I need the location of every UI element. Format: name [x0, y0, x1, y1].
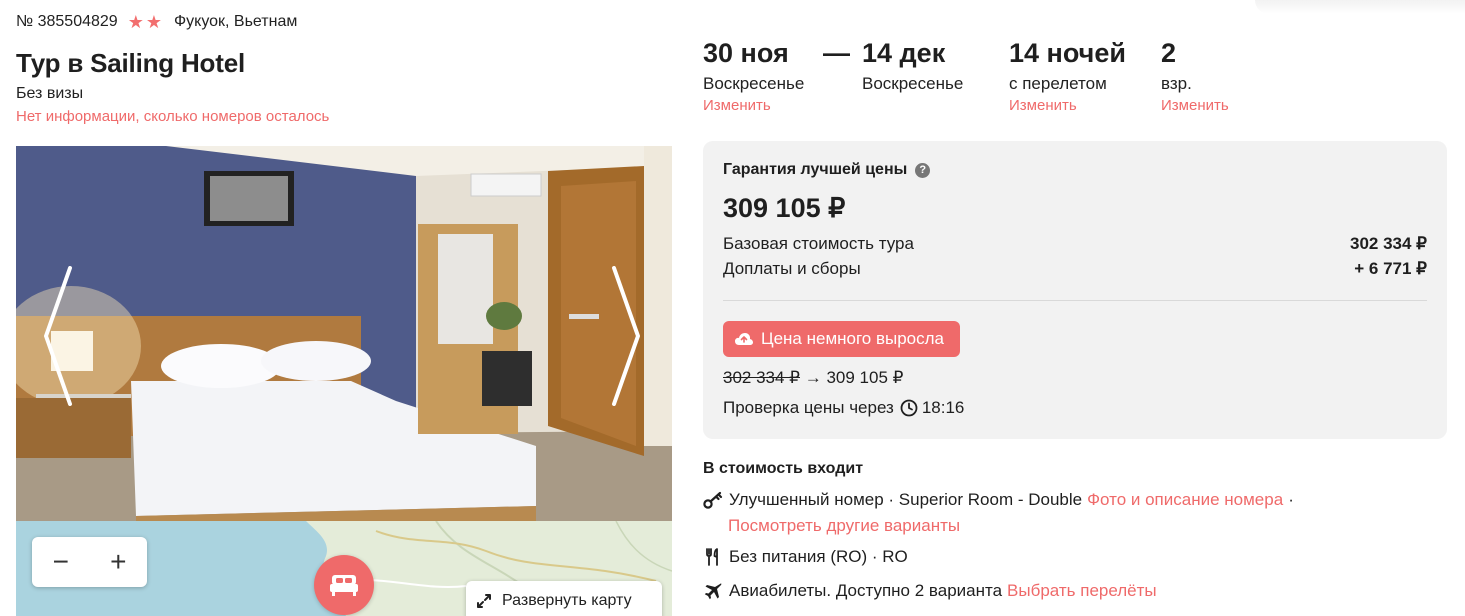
price-increased-badge: Цена немного выросла	[723, 321, 961, 357]
hotel-map[interactable]: − + Развернуть карту	[16, 521, 672, 616]
key-icon	[703, 491, 723, 509]
best-price-guarantee: Гарантия лучшей цены ?	[723, 161, 931, 179]
other-rooms-link[interactable]: Посмотреть другие варианты	[728, 516, 960, 536]
plane-icon	[703, 581, 723, 601]
price-card: Гарантия лучшей цены ? 309 105 ₽ Базовая…	[703, 141, 1447, 439]
change-dates-link[interactable]: Изменить	[703, 97, 804, 114]
date-from-value: 30 ноя	[703, 38, 789, 68]
date-from-weekday: Воскресенье	[703, 74, 805, 93]
room-photo-link[interactable]: Фото и описание номера	[1087, 490, 1283, 510]
cloud-up-icon	[735, 332, 753, 346]
fees-value: + 6 771 ₽	[1354, 259, 1427, 278]
zoom-out-button[interactable]: −	[41, 548, 81, 576]
date-separator: —	[823, 38, 850, 68]
room-description: Улучшенный номер · Superior Room - Doubl…	[729, 490, 1083, 509]
new-price: 309 105 ₽	[826, 368, 904, 387]
old-price: 302 334 ₽	[723, 368, 800, 387]
header-shadow	[1255, 0, 1465, 14]
hotel-room-photo	[16, 146, 672, 521]
hotel-map-marker[interactable]	[314, 555, 374, 615]
page-title: Тур в Sailing Hotel	[16, 48, 245, 78]
guarantee-label: Гарантия лучшей цены	[723, 161, 908, 178]
nights-info: 14 ночей с перелетом Изменить	[1009, 38, 1126, 114]
cutlery-icon	[703, 548, 723, 566]
base-price-label: Базовая стоимость тура	[723, 234, 914, 253]
price-increased-label: Цена немного выросла	[761, 329, 945, 348]
change-guests-link[interactable]: Изменить	[1161, 97, 1229, 114]
price-check-time: 18:16	[921, 398, 965, 417]
price-arrow: →	[804, 368, 822, 387]
star-icon: ★	[127, 12, 144, 32]
included-meal: Без питания (RO) · RO	[703, 547, 908, 567]
visa-info: Без визы	[16, 85, 84, 102]
price-check-timer: Проверка цены через 18:16	[723, 398, 964, 418]
fees-label: Доплаты и сборы	[723, 259, 861, 278]
flights-description: Авиабилеты. Доступно 2 варианта	[729, 581, 1003, 600]
price-check-label: Проверка цены через	[723, 398, 894, 417]
map-zoom-control: − +	[32, 537, 147, 587]
date-to-weekday: Воскресенье	[862, 74, 964, 93]
base-price-row: Базовая стоимость тура 302 334 ₽	[723, 234, 1427, 254]
star-icon: ★	[145, 12, 162, 32]
question-icon[interactable]: ?	[915, 162, 931, 178]
price-divider	[723, 300, 1427, 301]
date-from: 30 ноя Воскресенье Изменить	[703, 38, 804, 114]
hotel-info-column: № 385504829 ★ ★ Фукуок, Вьетнам Тур в Sa…	[16, 0, 672, 616]
included-room: Улучшенный номер · Superior Room - Doubl…	[703, 490, 1294, 510]
included-flights: Авиабилеты. Доступно 2 варианта Выбрать …	[703, 581, 1157, 601]
room-separator: ·	[1288, 490, 1294, 509]
date-to-value: 14 дек	[862, 38, 946, 68]
total-price: 309 105 ₽	[723, 193, 846, 223]
guests-info: 2 взр. Изменить	[1161, 38, 1229, 114]
bed-icon	[330, 575, 358, 596]
guests-note: взр.	[1161, 74, 1192, 93]
expand-map-button[interactable]: Развернуть карту	[466, 581, 662, 616]
change-nights-link[interactable]: Изменить	[1009, 97, 1126, 114]
choose-flights-link[interactable]: Выбрать перелёты	[1007, 581, 1157, 601]
base-price-value: 302 334 ₽	[1350, 234, 1427, 253]
expand-map-label: Развернуть карту	[502, 592, 632, 609]
hotel-photo-gallery[interactable]	[16, 146, 672, 521]
meal-description: Без питания (RO) · RO	[729, 547, 908, 566]
gallery-prev-button[interactable]	[40, 266, 80, 406]
zoom-in-button[interactable]: +	[98, 548, 138, 576]
chevron-left-icon	[44, 266, 72, 406]
expand-icon	[476, 593, 492, 609]
nights-value: 14 ночей	[1009, 38, 1126, 68]
rooms-availability-note: Нет информации, сколько номеров осталось	[16, 108, 330, 125]
included-title: В стоимость входит	[703, 460, 864, 477]
fees-row: Доплаты и сборы + 6 771 ₽	[723, 259, 1427, 279]
date-to: 14 дек Воскресенье	[862, 38, 963, 94]
price-change: 302 334 ₽ → 309 105 ₽	[723, 368, 903, 388]
tour-number: № 385504829	[16, 13, 118, 30]
hotel-stars: ★ ★	[128, 13, 162, 31]
nights-note: с перелетом	[1009, 74, 1107, 93]
tour-meta: № 385504829 ★ ★ Фукуок, Вьетнам	[16, 12, 297, 32]
guests-value: 2	[1161, 38, 1177, 68]
hotel-location: Фукуок, Вьетнам	[173, 13, 298, 30]
chevron-right-icon	[612, 266, 640, 406]
gallery-next-button[interactable]	[606, 266, 646, 406]
clock-icon	[900, 399, 918, 417]
